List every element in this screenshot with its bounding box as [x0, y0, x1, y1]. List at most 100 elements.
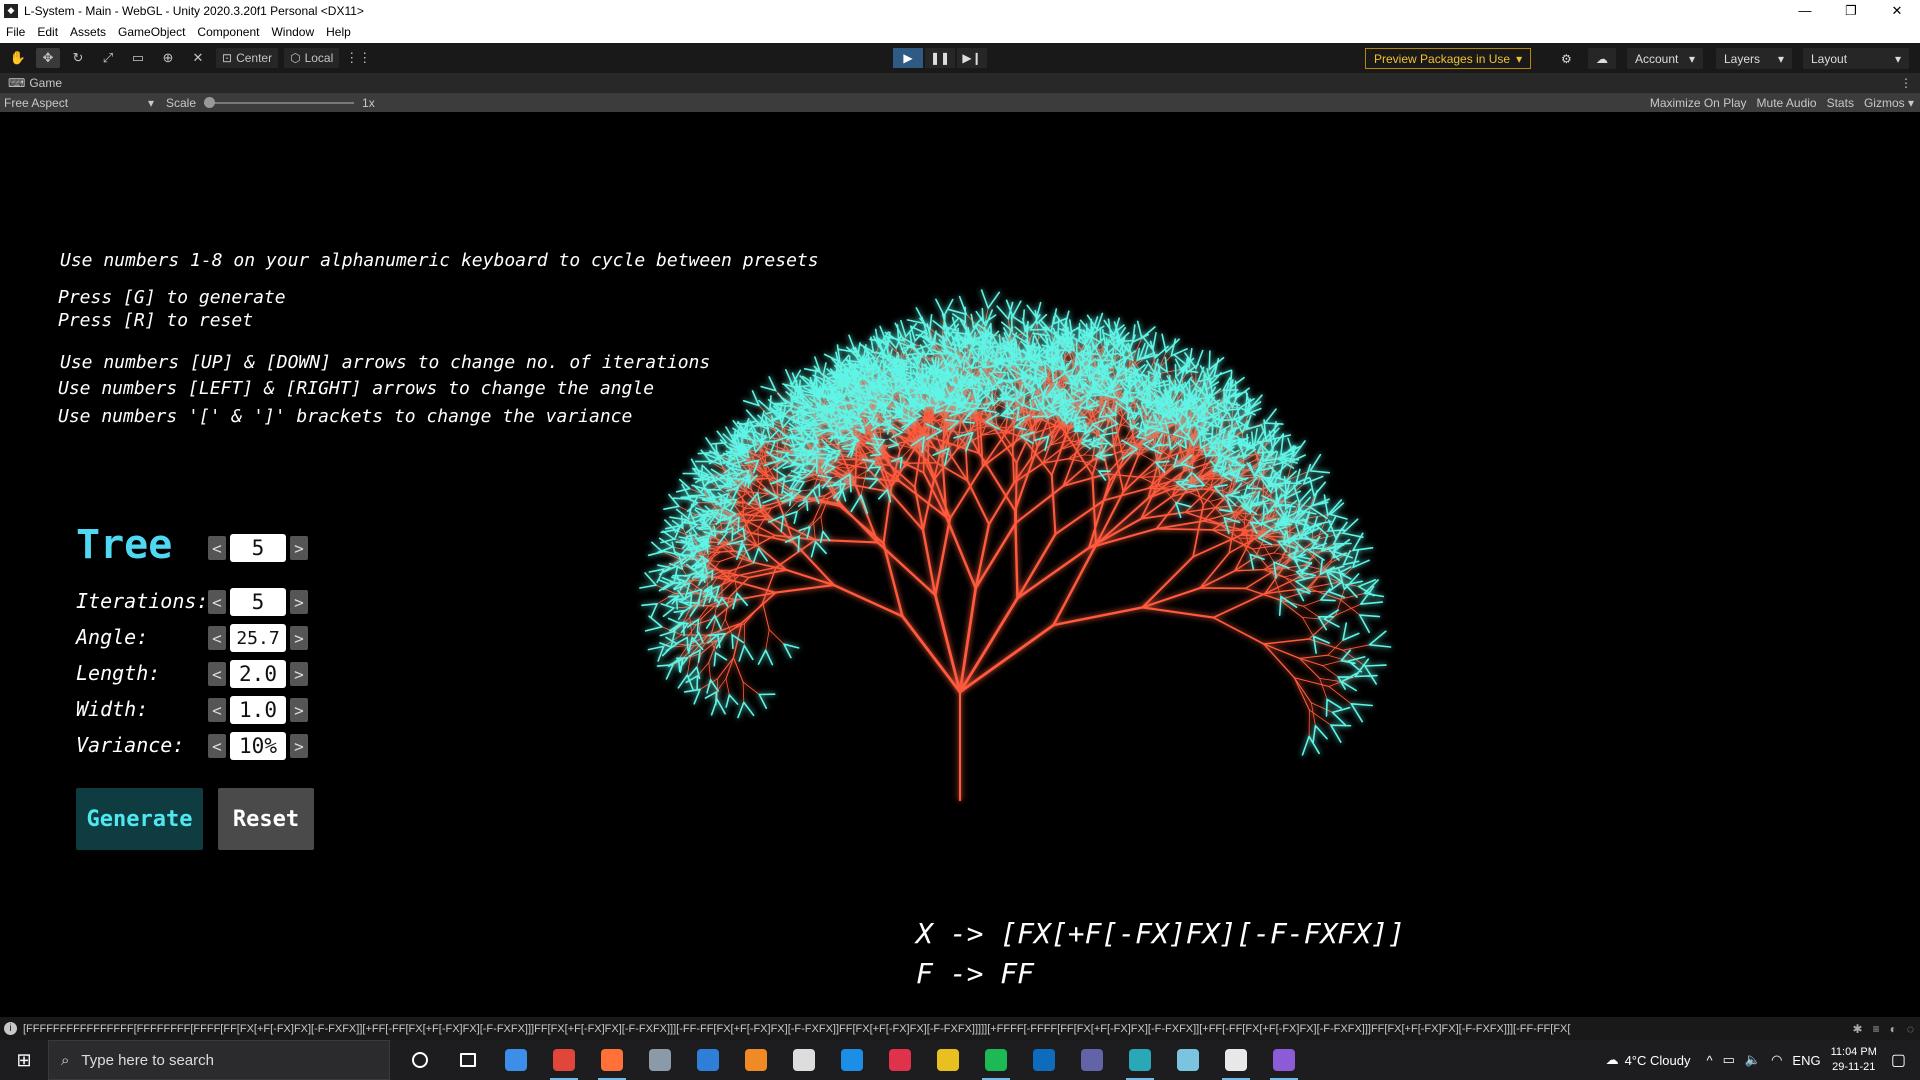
- width-field[interactable]: 1.0: [230, 696, 286, 724]
- cortana-icon[interactable]: [396, 1040, 444, 1080]
- preset-prev-button[interactable]: <: [208, 536, 226, 560]
- preset-number-field[interactable]: 5: [230, 534, 286, 562]
- angle-field[interactable]: 25.7: [230, 624, 286, 652]
- edge-icon[interactable]: [1116, 1040, 1164, 1080]
- menu-assets[interactable]: Assets: [70, 25, 106, 39]
- play-button[interactable]: ▶: [893, 48, 923, 68]
- mute-audio-toggle[interactable]: Mute Audio: [1757, 96, 1817, 110]
- restore-button[interactable]: ❐: [1828, 0, 1874, 21]
- collab-icon[interactable]: ⚙: [1553, 48, 1580, 69]
- length-field[interactable]: 2.0: [230, 660, 286, 688]
- tree-branch: [1212, 616, 1265, 645]
- variance-decrease-button[interactable]: <: [208, 734, 226, 758]
- chevron-up-icon[interactable]: ^: [1706, 1053, 1712, 1068]
- notes-icon[interactable]: [924, 1040, 972, 1080]
- lighting-icon[interactable]: ◐: [1890, 1022, 1897, 1036]
- more-options-icon[interactable]: ⋮: [1900, 76, 1912, 90]
- mail-icon[interactable]: [684, 1040, 732, 1080]
- battery-icon[interactable]: ▭: [1723, 1052, 1735, 1068]
- length-decrease-button[interactable]: <: [208, 662, 226, 686]
- file-explorer-icon[interactable]: [492, 1040, 540, 1080]
- grid-snap-icon[interactable]: ⋮⋮: [345, 48, 371, 68]
- files-icon[interactable]: [636, 1040, 684, 1080]
- maximize-on-play-toggle[interactable]: Maximize On Play: [1650, 96, 1747, 110]
- language-label[interactable]: ENG: [1792, 1053, 1820, 1068]
- cache-icon[interactable]: ≡: [1873, 1022, 1880, 1036]
- width-increase-button[interactable]: >: [290, 698, 308, 722]
- scale-slider[interactable]: [204, 96, 355, 108]
- wifi-icon[interactable]: ◠: [1771, 1052, 1782, 1068]
- preset-next-button[interactable]: >: [290, 536, 308, 560]
- iterations-increase-button[interactable]: >: [290, 590, 308, 614]
- layout-dropdown[interactable]: Layout ▾: [1803, 48, 1909, 69]
- game-view[interactable]: Use numbers 1-8 on your alphanumeric key…: [0, 112, 1920, 1017]
- weather-label[interactable]: 4°C Cloudy: [1625, 1053, 1691, 1068]
- scale-tool-icon[interactable]: ⤢: [96, 48, 120, 68]
- tree-branch: [949, 454, 969, 482]
- scale-slider-handle[interactable]: [204, 96, 216, 108]
- tree-branch: [1322, 665, 1339, 678]
- length-increase-button[interactable]: >: [290, 662, 308, 686]
- stats-toggle[interactable]: Stats: [1827, 96, 1854, 110]
- menu-file[interactable]: File: [6, 25, 25, 39]
- firefox-icon[interactable]: [588, 1040, 636, 1080]
- spotify-icon[interactable]: [972, 1040, 1020, 1080]
- tree-branch: [1310, 702, 1333, 713]
- chrome-icon[interactable]: [540, 1040, 588, 1080]
- step-button[interactable]: ▶❙: [957, 48, 987, 68]
- aspect-dropdown[interactable]: Free Aspect ▾: [0, 96, 160, 110]
- menu-help[interactable]: Help: [326, 25, 351, 39]
- red-app-icon[interactable]: [876, 1040, 924, 1080]
- angle-decrease-button[interactable]: <: [208, 626, 226, 650]
- bug-icon[interactable]: ✱: [1853, 1022, 1863, 1036]
- blender-icon[interactable]: [732, 1040, 780, 1080]
- layers-dropdown[interactable]: Layers ▾: [1716, 48, 1792, 69]
- account-dropdown[interactable]: Account ▾: [1627, 48, 1703, 69]
- angle-increase-button[interactable]: >: [290, 626, 308, 650]
- teams-icon[interactable]: [1068, 1040, 1116, 1080]
- width-decrease-button[interactable]: <: [208, 698, 226, 722]
- notepad-icon[interactable]: [1164, 1040, 1212, 1080]
- notification-icon[interactable]: ▢: [1891, 1050, 1906, 1070]
- blue-app-icon[interactable]: [828, 1040, 876, 1080]
- reset-button[interactable]: Reset: [218, 788, 314, 850]
- menu-component[interactable]: Component: [197, 25, 259, 39]
- task-view-icon[interactable]: [444, 1040, 492, 1080]
- generate-button[interactable]: Generate: [76, 788, 203, 850]
- rect-tool-icon[interactable]: ▭: [126, 48, 150, 68]
- hand-tool-icon[interactable]: ✋: [6, 48, 30, 68]
- tree-branch: [958, 586, 978, 694]
- clock[interactable]: 11:04 PM 29-11-21: [1831, 1045, 1877, 1075]
- move-tool-icon[interactable]: ✥: [36, 48, 60, 68]
- unity-icon[interactable]: [1212, 1040, 1260, 1080]
- menu-window[interactable]: Window: [271, 25, 314, 39]
- console-status-bar[interactable]: i [FFFFFFFFFFFFFFFF[FFFFFFFF[FFFF[FF[FX[…: [0, 1017, 1920, 1040]
- rotate-tool-icon[interactable]: ↻: [66, 48, 90, 68]
- menu-gameobject[interactable]: GameObject: [118, 25, 185, 39]
- progress-icon[interactable]: ◌: [1907, 1022, 1914, 1036]
- variance-increase-button[interactable]: >: [290, 734, 308, 758]
- pivot-center-button[interactable]: ⊡ Center: [216, 48, 279, 68]
- game-tab[interactable]: ⌨ Game ⋮: [0, 73, 1920, 93]
- chevron-down-icon: ▾: [1907, 95, 1914, 110]
- volume-icon[interactable]: 🔈: [1745, 1052, 1761, 1068]
- transform-tool-icon[interactable]: ⊕: [156, 48, 180, 68]
- pivot-local-button[interactable]: ⬡ Local: [284, 48, 340, 68]
- variance-field[interactable]: 10%: [230, 732, 286, 760]
- pause-button[interactable]: ❚❚: [925, 48, 955, 68]
- preview-packages-button[interactable]: Preview Packages in Use ▾: [1365, 48, 1532, 69]
- f-rule: F -> FF: [916, 957, 1035, 990]
- menu-edit[interactable]: Edit: [37, 25, 58, 39]
- outlook-icon[interactable]: [1020, 1040, 1068, 1080]
- gizmos-dropdown[interactable]: Gizmos ▾: [1864, 96, 1914, 110]
- windows-start-icon[interactable]: ⊞: [0, 1040, 48, 1080]
- cloud-icon[interactable]: ☁: [1588, 48, 1616, 69]
- iterations-field[interactable]: 5: [230, 588, 286, 616]
- iterations-decrease-button[interactable]: <: [208, 590, 226, 614]
- unreal-icon[interactable]: [780, 1040, 828, 1080]
- custom-tool-icon[interactable]: ✕: [186, 48, 210, 68]
- visual-studio-icon[interactable]: [1260, 1040, 1308, 1080]
- taskbar-search[interactable]: ⌕ Type here to search: [48, 1040, 390, 1080]
- minimize-button[interactable]: —: [1782, 0, 1828, 21]
- close-button[interactable]: ✕: [1874, 0, 1920, 21]
